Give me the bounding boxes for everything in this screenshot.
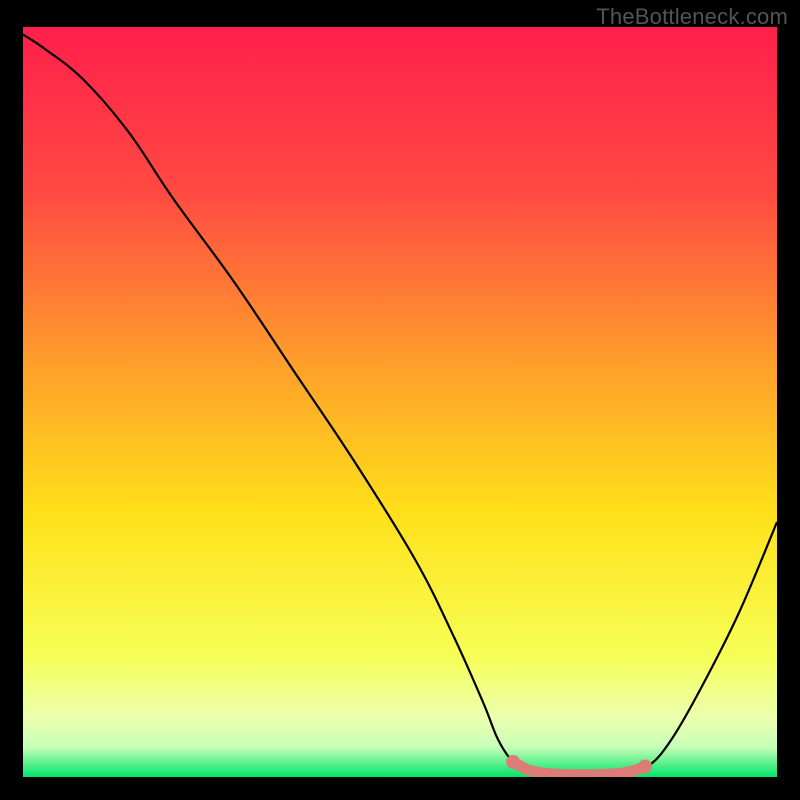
- plot-area: [23, 27, 777, 777]
- curve-layer: [23, 27, 777, 777]
- chart-container: TheBottleneck.com: [0, 0, 800, 800]
- highlight-band: [506, 755, 652, 775]
- watermark-text: TheBottleneck.com: [596, 4, 788, 30]
- bottleneck-curve: [23, 35, 777, 775]
